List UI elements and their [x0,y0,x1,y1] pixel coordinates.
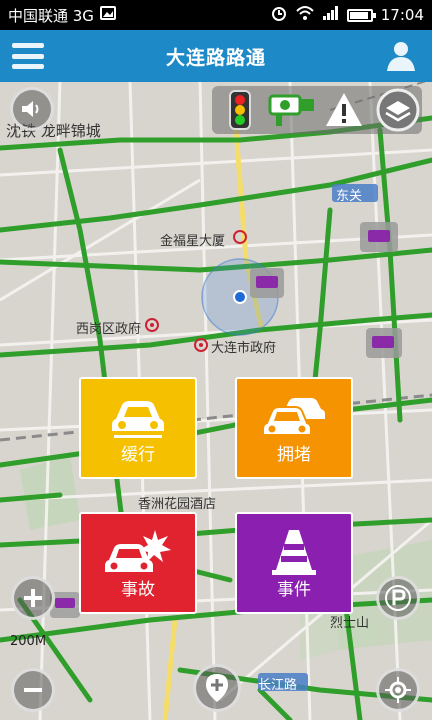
add-location-button[interactable] [193,664,241,712]
report-slow-label: 缓行 [121,445,155,465]
crosshair-icon [385,677,411,703]
app-header: 大连路路通 [0,30,432,82]
menu-button[interactable] [12,43,44,69]
layers-button[interactable] [376,88,420,132]
warning-button[interactable] [324,90,364,130]
traffic-light-button[interactable] [224,90,264,130]
report-event-label: 事件 [277,580,311,600]
alarm-icon [271,5,287,25]
car-icon [112,401,164,438]
map-label: 大连市政府 [211,341,277,356]
image-icon [99,6,116,24]
report-accident-label: 事故 [121,580,155,600]
map-view[interactable]: 沈铁 龙畔锦城 东关 金福星大厦 西岗区政府 大连市政府 香洲花园酒店 烈士山 … [0,82,432,720]
location-pin-icon [206,674,228,702]
layers-icon [376,88,420,132]
report-slow-button[interactable]: 缓行 [79,377,197,479]
crash-icon [105,530,171,572]
map-label: 烈士山 [330,616,370,631]
clock-label: 17:04 [380,6,424,24]
plus-icon [24,589,42,607]
camera-toggle-button[interactable] [268,90,318,130]
traffic-cone-icon [272,530,316,575]
menu-icon [12,43,44,48]
cars-icon [262,398,325,436]
carrier-label: 中国联通 3G [8,6,94,25]
report-event-button[interactable]: 事件 [235,512,353,614]
user-icon [387,42,415,71]
report-jam-button[interactable]: 拥堵 [235,377,353,479]
report-accident-button[interactable]: 事故 [79,512,197,614]
map-label: 香洲花园酒店 [138,497,217,512]
parking-button[interactable] [376,576,420,620]
traffic-light-icon [229,90,251,130]
map-label: 东关 [336,189,363,204]
status-bar: 中国联通 3G 17:04 [0,0,432,30]
page-title: 大连路路通 [165,46,266,69]
map-label: 金福星大厦 [160,234,226,249]
parking-icon [385,585,411,611]
map-label: 西岗区政府 [76,322,142,337]
sound-button[interactable] [10,87,54,131]
warning-icon [326,93,362,126]
zoom-in-button[interactable] [11,576,55,620]
zoom-out-button[interactable] [11,668,55,712]
wifi-icon [295,5,315,25]
camera-icon [268,94,314,126]
locate-button[interactable] [376,668,420,712]
scale-label: 200M [10,634,47,649]
user-button[interactable] [386,40,416,72]
map-label: 长江路 [258,678,298,693]
minus-icon [24,688,42,692]
signal-icon [322,6,339,24]
speaker-icon [22,101,39,117]
report-jam-label: 拥堵 [277,445,311,465]
battery-icon [346,8,376,22]
